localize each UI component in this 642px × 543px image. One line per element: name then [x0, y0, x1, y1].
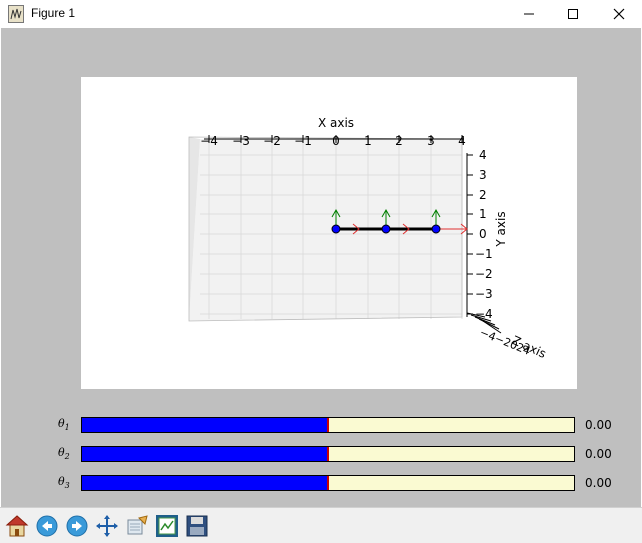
slider-track-theta-1[interactable] — [81, 417, 575, 433]
slider-value-theta-2: 0.00 — [585, 447, 612, 461]
x-tick-label-0: −4 — [200, 134, 218, 148]
y-tick-label-3: 1 — [479, 207, 487, 221]
y-tick-label-0: 4 — [479, 148, 487, 162]
slider-theta-3[interactable]: θ3 0.00 — [0, 475, 642, 491]
title-bar: Figure 1 — [0, 0, 642, 28]
slider-track-theta-3[interactable] — [81, 475, 575, 491]
slider-theta-2[interactable]: θ2 0.00 — [0, 446, 642, 462]
close-icon — [613, 8, 625, 20]
forward-arrow-icon — [66, 515, 88, 537]
window-title: Figure 1 — [31, 6, 76, 20]
y-tick-label-2: 2 — [479, 188, 487, 202]
slider-value-theta-1: 0.00 — [585, 418, 612, 432]
maximize-button[interactable] — [550, 0, 596, 28]
x-tick-label-1: −3 — [232, 134, 250, 148]
y-axis-label: Y axis — [494, 211, 508, 247]
y-tick-label-4: 0 — [479, 227, 487, 241]
x-tick-label-5: 1 — [364, 134, 372, 148]
slider-fill-theta-2 — [82, 447, 328, 461]
back-arrow-icon — [36, 515, 58, 537]
z-axis-label: Z axis — [510, 333, 549, 361]
slider-label-theta-3: θ3 — [58, 475, 70, 491]
x-axis-label: X axis — [318, 116, 354, 130]
navigation-toolbar — [0, 507, 642, 543]
x-tick-label-6: 2 — [395, 134, 403, 148]
joint-3 — [431, 224, 441, 234]
slider-handle-theta-2[interactable] — [327, 447, 329, 461]
x-tick-label-7: 3 — [427, 134, 435, 148]
minimize-icon — [524, 13, 534, 15]
y-tick-label-5: −1 — [475, 247, 493, 261]
joint-2 — [381, 224, 391, 234]
zoom-button[interactable] — [124, 513, 150, 539]
app-icon — [8, 5, 24, 23]
home-button[interactable] — [4, 513, 30, 539]
back-button[interactable] — [34, 513, 60, 539]
slider-track-theta-2[interactable] — [81, 446, 575, 462]
slider-handle-theta-3[interactable] — [327, 476, 329, 490]
x-tick-label-4: 0 — [332, 134, 340, 148]
forward-button[interactable] — [64, 513, 90, 539]
x-tick-label-2: −2 — [263, 134, 281, 148]
maximize-icon — [568, 9, 578, 19]
pan-button[interactable] — [94, 513, 120, 539]
minimize-button[interactable] — [506, 0, 552, 28]
slider-label-theta-2: θ2 — [58, 446, 70, 462]
home-icon — [5, 515, 29, 537]
slider-handle-theta-1[interactable] — [327, 418, 329, 432]
y-tick-label-7: −3 — [475, 287, 493, 301]
slider-theta-1[interactable]: θ1 0.00 — [0, 417, 642, 433]
y-tick-label-1: 3 — [479, 168, 487, 182]
subplots-icon — [156, 515, 178, 537]
x-tick-label-8: 4 — [458, 134, 466, 148]
y-tick-marks — [467, 154, 473, 315]
zoom-icon — [127, 515, 148, 535]
save-button[interactable] — [184, 513, 210, 539]
slider-label-theta-1: θ1 — [58, 417, 70, 433]
plot-axes[interactable]: X axis −4 −3 −2 −1 0 1 2 3 4 4 3 2 1 0 −… — [81, 77, 577, 389]
save-icon — [186, 515, 208, 537]
x-tick-label-3: −1 — [294, 134, 312, 148]
slider-fill-theta-1 — [82, 418, 328, 432]
close-button[interactable] — [596, 0, 642, 28]
slider-fill-theta-3 — [82, 476, 328, 490]
y-tick-label-6: −2 — [475, 267, 493, 281]
slider-value-theta-3: 0.00 — [585, 476, 612, 490]
subplots-button[interactable] — [154, 513, 180, 539]
joint-1 — [331, 224, 341, 234]
pan-icon — [96, 515, 118, 537]
